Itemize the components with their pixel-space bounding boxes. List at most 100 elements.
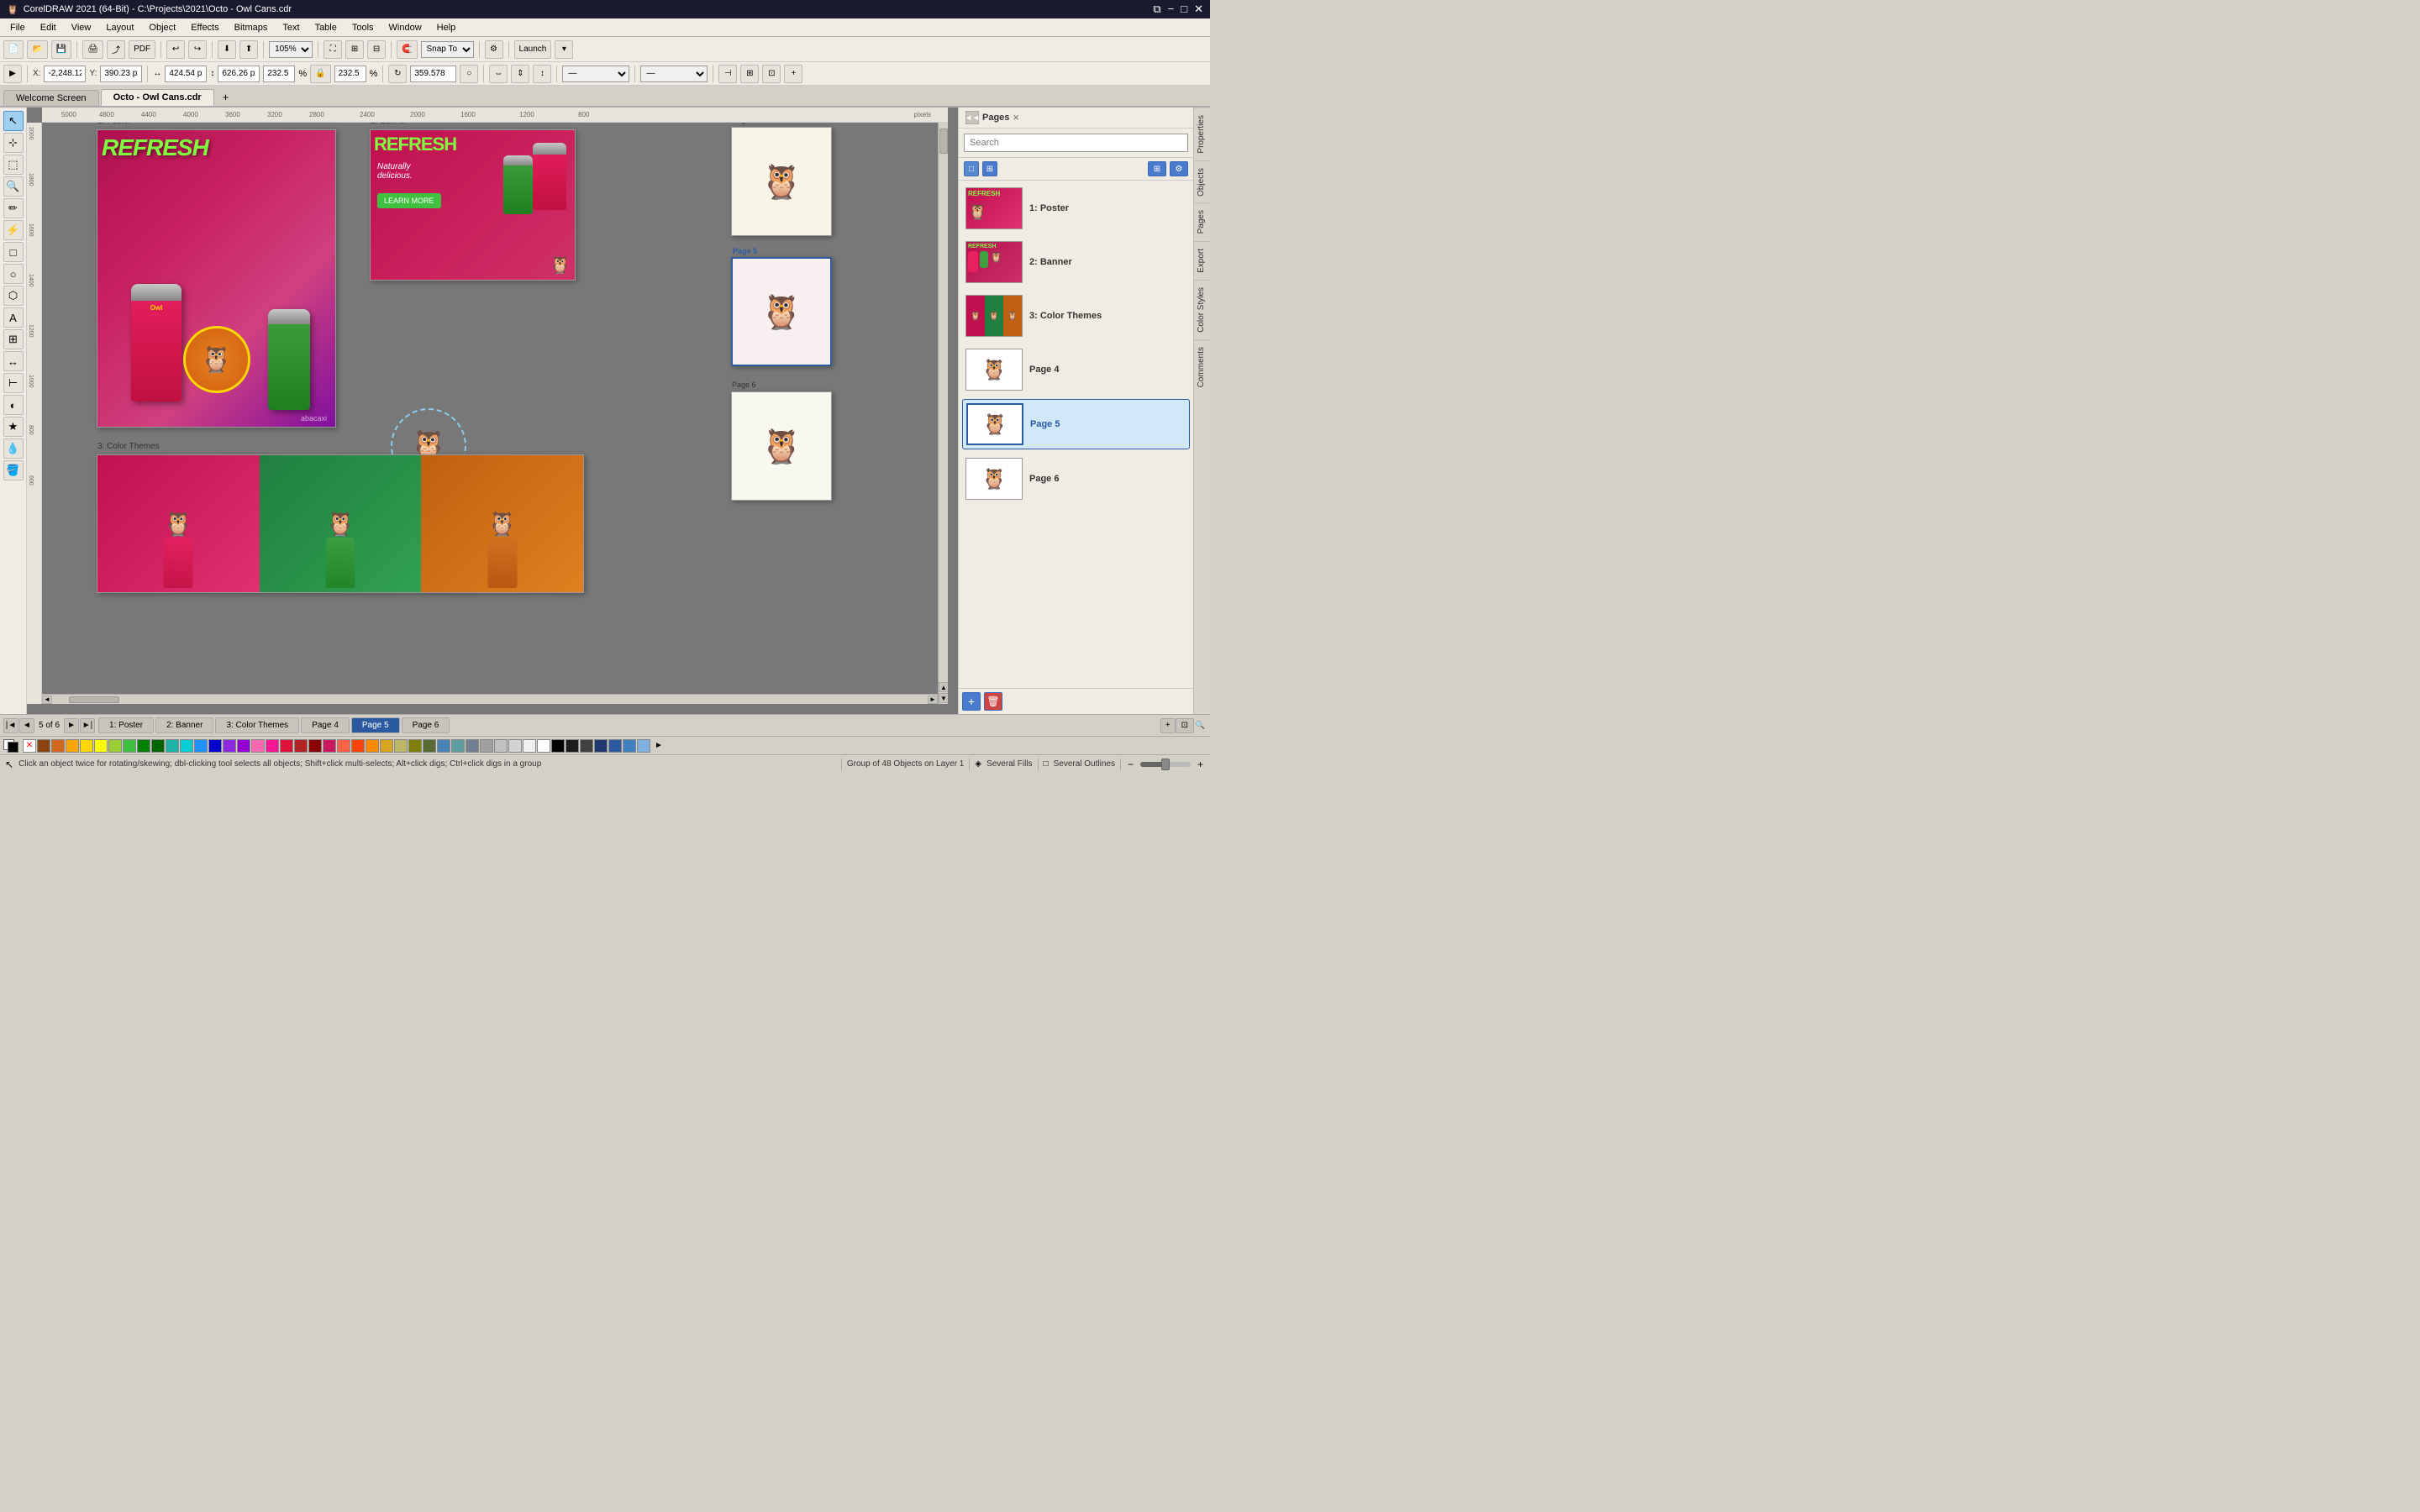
menu-window[interactable]: Window [382,21,429,34]
properties-tab[interactable]: Properties [1194,108,1210,160]
page-insert-btn[interactable]: ⊞ [1148,161,1166,176]
page-tab-6[interactable]: Page 6 [402,717,450,733]
zoom-minus-btn[interactable]: − [1126,759,1135,770]
height-percent[interactable] [334,66,366,82]
color-swatch[interactable] [608,739,622,753]
table-tool[interactable]: ⊞ [3,329,24,349]
color-swatch[interactable] [94,739,108,753]
color-styles-tab[interactable]: Color Styles [1194,280,1210,339]
snap-to-select[interactable]: Snap To [421,41,474,58]
color-swatch[interactable] [623,739,636,753]
delete-page-btn[interactable]: 🗑 [984,692,1002,711]
page-tab-1[interactable]: 1: Poster [98,717,154,733]
measure-tool[interactable]: ⊢ [3,373,24,393]
menu-object[interactable]: Object [142,21,182,34]
print-btn[interactable]: 🖨 [82,40,103,59]
launch-btn[interactable]: Launch [514,40,552,59]
scroll-down-btn[interactable]: ▼ [939,693,948,703]
mirror-v-btn[interactable]: ⇕ [511,65,529,83]
fill-tool[interactable]: 🪣 [3,460,24,480]
export-btn2[interactable]: ⬆ [239,40,258,59]
panel-collapse-btn[interactable]: ◄◄ [965,111,979,124]
menu-effects[interactable]: Effects [184,21,225,34]
horizontal-scrollbar[interactable]: ◄ ► [42,694,938,704]
zoom-fit-btn[interactable]: ⊡ [1176,718,1194,733]
rotation-lock[interactable]: ○ [460,65,478,83]
zoom-slider[interactable] [1140,762,1191,767]
order-btn[interactable]: ⊞ [740,65,759,83]
color-swatch[interactable] [166,739,179,753]
full-screen-btn[interactable]: ⛶ [324,40,342,59]
color-swatch[interactable] [594,739,608,753]
lock-ratio-btn[interactable]: 🔒 [310,65,330,83]
menu-help[interactable]: Help [430,21,463,34]
add-tab-button[interactable]: + [216,88,236,106]
color-swatch[interactable] [437,739,450,753]
guidelines-btn[interactable]: ⊟ [367,40,386,59]
color-swatch[interactable] [66,739,79,753]
redo-btn[interactable]: ↪ [188,40,207,59]
align-left-btn[interactable]: ⊣ [718,65,737,83]
rotation-input[interactable] [410,66,456,82]
mirror-v-btn2[interactable]: ↕ [533,65,551,83]
eyedropper-tool[interactable]: 💧 [3,438,24,459]
grid-btn[interactable]: ⊞ [345,40,364,59]
color-swatch[interactable] [337,739,350,753]
color-swatch[interactable] [80,739,93,753]
page-add-btn[interactable]: + [1160,718,1176,733]
color-swatch[interactable] [137,739,150,753]
no-fill-swatch[interactable]: ✕ [23,739,36,753]
color-swatch[interactable] [380,739,393,753]
menu-bitmaps[interactable]: Bitmaps [228,21,275,34]
color-swatch[interactable] [637,739,650,753]
zoom-select[interactable]: 105% 100% 75% 50% [269,41,313,58]
document-tab[interactable]: Octo - Owl Cans.cdr [101,89,214,106]
color-swatch[interactable] [51,739,65,753]
export-btn[interactable]: ⤴ [107,40,125,59]
scroll-right-btn[interactable]: ► [928,696,938,704]
color-swatch[interactable] [451,739,465,753]
text-tool[interactable]: A [3,307,24,328]
transform-btn[interactable]: ⊡ [762,65,781,83]
page-prev-btn[interactable]: ◄ [19,718,34,733]
menu-file[interactable]: File [3,21,32,34]
open-btn[interactable]: 📂 [27,40,47,59]
page-next-btn[interactable]: ► [64,718,79,733]
color-swatch[interactable] [237,739,250,753]
color-swatch[interactable] [508,739,522,753]
panel-close-btn[interactable]: ✕ [1013,113,1019,123]
rectangle-tool[interactable]: □ [3,242,24,262]
color-swatch[interactable] [523,739,536,753]
pdf-btn[interactable]: PDF [129,40,155,59]
effects-tool[interactable]: ★ [3,417,24,437]
connector-tool[interactable]: ↔ [3,351,24,371]
palette-scroll-right[interactable]: ► [653,739,665,753]
import-btn[interactable]: ⬇ [218,40,236,59]
color-swatch[interactable] [37,739,50,753]
page-last-btn[interactable]: ►| [80,718,95,733]
page-settings-btn[interactable]: ⚙ [1170,161,1188,176]
color-swatch[interactable] [323,739,336,753]
more-btn[interactable]: + [784,65,802,83]
color-swatch[interactable] [280,739,293,753]
welcome-tab[interactable]: Welcome Screen [3,90,99,106]
page-3-canvas[interactable]: 3: Color Themes 🦉 🦉 🦉 [97,454,584,593]
color-swatch[interactable] [194,739,208,753]
shadow-tool[interactable]: ◐ [3,395,24,415]
crop-tool[interactable]: ⬚ [3,155,24,175]
page-entry-2[interactable]: REFRESH 🦉 2: Banner [962,238,1190,286]
options-btn[interactable]: ⚙ [485,40,503,59]
vertical-scrollbar[interactable]: ▲ ▼ [938,123,948,704]
freehand-select-tool[interactable]: ⊹ [3,133,24,153]
menu-tools[interactable]: Tools [345,21,381,34]
color-swatch[interactable] [580,739,593,753]
minimize-button[interactable]: − [1168,3,1175,16]
select-mode-btn[interactable]: ▶ [3,65,22,83]
freehand-tool[interactable]: ✏ [3,198,24,218]
snap-btn[interactable]: 🧲 [397,40,417,59]
menu-text[interactable]: Text [276,21,306,34]
color-swatch[interactable] [294,739,308,753]
maximize-button[interactable]: □ [1181,3,1187,16]
polygon-tool[interactable]: ⬡ [3,286,24,306]
title-bar-controls[interactable]: ⧉ − □ ✕ [1153,3,1203,16]
